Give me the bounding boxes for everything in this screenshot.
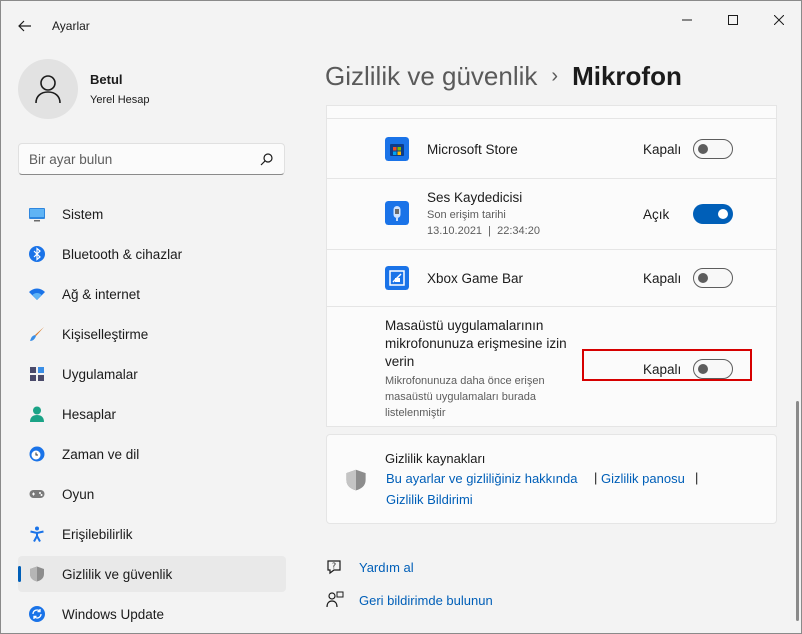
sidebar-item-time-language[interactable]: Zaman ve dil <box>18 436 286 472</box>
person-icon <box>30 406 44 422</box>
monitor-icon <box>29 208 45 222</box>
privacy-resources-card: Gizlilik kaynakları Bu ayarlar ve gizlil… <box>326 434 777 524</box>
privacy-statement-link[interactable]: Gizlilik Bildirimi <box>386 492 473 507</box>
sidebar-item-label: Kişiselleştirme <box>62 327 149 342</box>
sidebar-item-label: Oyun <box>62 487 95 502</box>
search-icon[interactable] <box>260 152 274 166</box>
brush-icon <box>30 327 44 341</box>
sidebar-item-accounts[interactable]: Hesaplar <box>18 396 286 432</box>
svg-text:?: ? <box>332 562 336 571</box>
toggle-state-label: Kapalı <box>643 142 682 157</box>
app-name: Xbox Game Bar <box>427 271 524 286</box>
voice-recorder-icon <box>385 201 409 225</box>
list-item-xbox-game-bar: Xbox Game Bar Kapalı <box>326 249 777 307</box>
search-input[interactable] <box>29 150 249 168</box>
sidebar-item-label: Bluetooth & cihazlar <box>62 247 183 262</box>
person-avatar-icon <box>35 75 61 104</box>
profile-name: Betul <box>90 72 123 87</box>
sidebar-item-label: Hesaplar <box>62 407 117 422</box>
shield-icon <box>346 469 366 491</box>
sidebar-item-privacy-security[interactable]: Gizlilik ve güvenlik <box>18 556 286 592</box>
microsoft-store-toggle[interactable] <box>693 139 733 159</box>
title-bar: Ayarlar <box>1 1 801 49</box>
breadcrumb-parent[interactable]: Gizlilik ve güvenlik <box>325 61 537 92</box>
maximize-button[interactable] <box>710 5 756 35</box>
sidebar-item-label: Sistem <box>62 207 104 222</box>
profile-account-type: Yerel Hesap <box>90 94 150 106</box>
accessibility-icon <box>30 526 44 542</box>
search-box[interactable] <box>18 143 285 175</box>
sidebar-item-label: Windows Update <box>62 607 165 622</box>
apps-icon <box>30 367 44 381</box>
wifi-icon <box>29 288 45 300</box>
link-separator: | <box>594 470 598 485</box>
shield-icon <box>30 566 44 582</box>
breadcrumb-separator: › <box>551 65 559 87</box>
update-icon <box>29 606 45 622</box>
breadcrumb: Gizlilik ve güvenlik › Mikrofon <box>325 61 682 92</box>
page-title: Mikrofon <box>572 61 682 91</box>
settings-window: Ayarlar Betul Yerel Hesap Bir ayar bulun… <box>0 0 802 634</box>
back-arrow-icon <box>18 20 31 32</box>
privacy-about-link[interactable]: Bu ayarlar ve gizliliğiniz hakkında <box>386 471 577 486</box>
sidebar-item-label: Erişilebilirlik <box>62 527 133 542</box>
sidebar-item-accessibility[interactable]: Erişilebilirlik <box>18 516 286 552</box>
clock-globe-icon <box>29 446 45 462</box>
sidebar-item-network[interactable]: Ağ & internet <box>18 276 286 312</box>
toggle-state-label: Açık <box>643 207 670 222</box>
highlight-annotation <box>582 349 752 381</box>
maximize-icon <box>728 15 738 25</box>
desktop-apps-title: Masaüstü uygulamalarının mikrofonunuza e… <box>385 318 567 369</box>
sidebar-item-personalization[interactable]: Kişiselleştirme <box>18 316 286 352</box>
minimize-icon <box>682 19 692 21</box>
user-profile[interactable]: Betul Yerel Hesap <box>18 59 150 119</box>
get-help-link[interactable]: Yardım al <box>359 560 414 575</box>
last-access-timestamp: 13.10.2021 | 22:34:20 <box>427 225 540 237</box>
xbox-game-bar-icon <box>385 266 409 290</box>
sidebar-item-apps[interactable]: Uygulamalar <box>18 356 286 392</box>
app-name: Ses Kaydedicisi <box>427 190 523 205</box>
minimize-button[interactable] <box>664 5 710 35</box>
sidebar-item-label: Zaman ve dil <box>62 447 140 462</box>
privacy-resources-title: Gizlilik kaynakları <box>385 451 486 466</box>
avatar <box>18 59 78 119</box>
bluetooth-icon <box>29 246 45 262</box>
sidebar-nav: Sistem Bluetooth & cihazlar Ağ & interne… <box>18 196 286 633</box>
close-button[interactable] <box>756 5 801 35</box>
give-feedback-link[interactable]: Geri bildirimde bulunun <box>359 593 493 608</box>
sidebar-item-gaming[interactable]: Oyun <box>18 476 286 512</box>
close-icon <box>774 15 784 25</box>
last-access-label: Son erişim tarihi <box>427 209 506 221</box>
desktop-apps-description: Mikrofonunuza daha önce erişen masaüstü … <box>385 375 545 419</box>
app-title: Ayarlar <box>52 19 90 33</box>
scrollbar[interactable] <box>796 401 799 621</box>
sidebar-item-bluetooth[interactable]: Bluetooth & cihazlar <box>18 236 286 272</box>
feedback-icon <box>326 591 344 608</box>
app-name: Microsoft Store <box>427 142 518 157</box>
sidebar-item-windows-update[interactable]: Windows Update <box>18 596 286 632</box>
back-button[interactable] <box>11 13 39 39</box>
xbox-game-bar-toggle[interactable] <box>693 268 733 288</box>
sidebar-item-system[interactable]: Sistem <box>18 196 286 232</box>
microsoft-store-icon <box>385 137 409 161</box>
list-item-microsoft-store: Microsoft Store Kapalı <box>326 118 777 179</box>
help-icon: ? <box>327 560 341 575</box>
sidebar-item-label: Gizlilik ve güvenlik <box>62 567 173 582</box>
list-item-voice-recorder: Ses Kaydedicisi Son erişim tarihi 13.10.… <box>326 178 777 250</box>
sidebar-item-label: Ağ & internet <box>62 287 141 302</box>
sidebar-item-label: Uygulamalar <box>62 367 138 382</box>
toggle-state-label: Kapalı <box>643 271 682 286</box>
privacy-dashboard-link[interactable]: Gizlilik panosu <box>601 471 685 486</box>
voice-recorder-toggle[interactable] <box>693 204 733 224</box>
link-separator: | <box>695 470 699 485</box>
gamepad-icon <box>29 490 45 498</box>
